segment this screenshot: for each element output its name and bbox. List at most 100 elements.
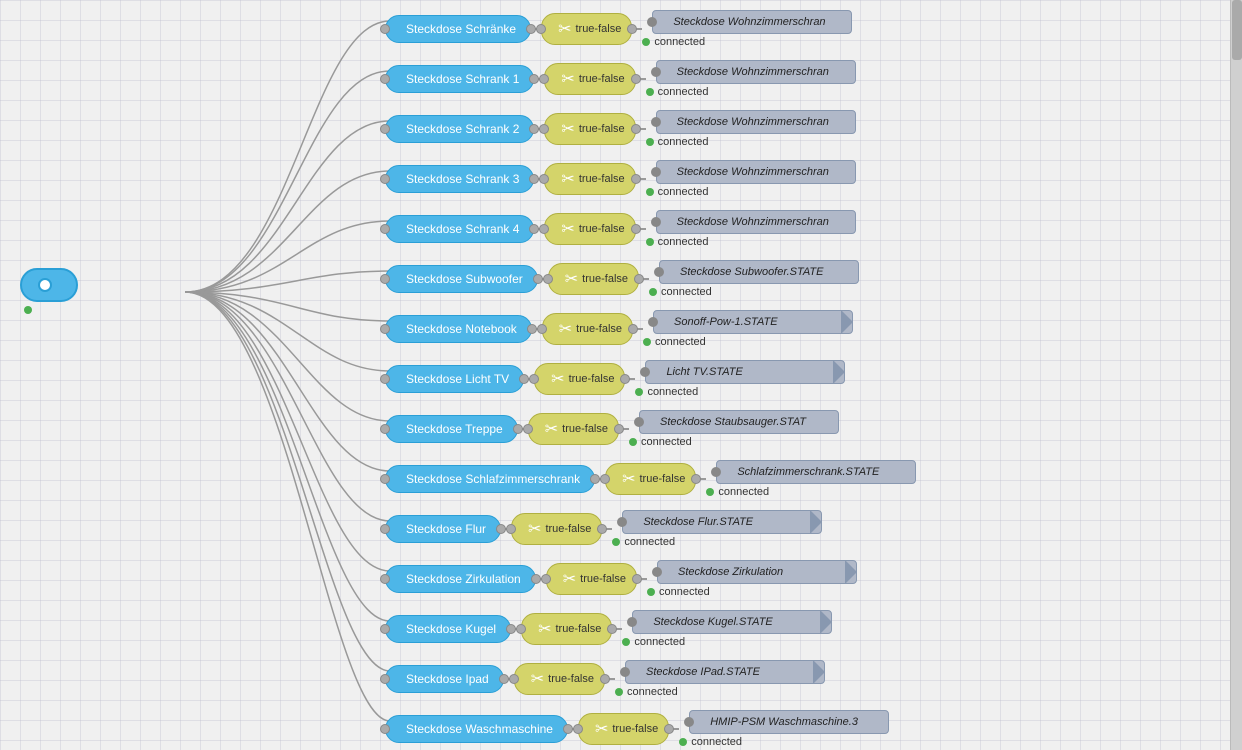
port-right-3	[529, 174, 539, 184]
row-0: Steckdose Schränke ✂true-false Steckdose W…	[385, 10, 852, 48]
yellow-node-11[interactable]: ✂true-false	[546, 563, 637, 595]
converter-icon-7: ✂	[545, 369, 564, 389]
row-8: Steckdose Treppe ✂true-false Steckdose Sta…	[385, 410, 839, 448]
blue-node-4[interactable]: Steckdose Schrank 4	[385, 215, 534, 243]
port-right-7	[519, 374, 529, 384]
port-right-4	[529, 224, 539, 234]
output-group-9: Schlafzimmerschrank.STATE connected	[706, 460, 916, 498]
yellow-node-6[interactable]: ✂true-false	[542, 313, 633, 345]
gray-node-12[interactable]: Steckdose Kugel.STATE	[632, 610, 832, 634]
blue-node-7[interactable]: Steckdose Licht TV	[385, 365, 524, 393]
blue-node-13[interactable]: Steckdose Ipad	[385, 665, 504, 693]
yellow-node-12[interactable]: ✂true-false	[521, 613, 612, 645]
yellow-port-left-9	[600, 474, 610, 484]
gray-port-left-14	[684, 717, 694, 727]
connected-text-6: connected	[655, 336, 706, 348]
yellow-port-left-8	[523, 424, 533, 434]
connected-status-4: connected	[646, 236, 856, 248]
blue-node-6[interactable]: Steckdose Notebook	[385, 315, 532, 343]
output-group-0: Steckdose Wohnzimmerschranconnected	[642, 10, 852, 48]
hub-box[interactable]	[20, 268, 78, 302]
output-group-8: Steckdose Staubsauger.STAT connected	[629, 410, 839, 448]
row-6: Steckdose Notebook ✂true-false Sonoff-Pow-…	[385, 310, 853, 348]
gray-node-3[interactable]: Steckdose Wohnzimmerschran	[656, 160, 856, 184]
gray-node-13[interactable]: Steckdose IPad.STATE	[625, 660, 825, 684]
blue-node-5[interactable]: Steckdose Subwoofer	[385, 265, 538, 293]
yellow-node-3[interactable]: ✂true-false	[544, 163, 635, 195]
yellow-node-0[interactable]: ✂true-false	[541, 13, 632, 45]
yellow-node-9[interactable]: ✂true-false	[605, 463, 696, 495]
connected-dot-3	[646, 188, 654, 196]
yellow-node-8[interactable]: ✂true-false	[528, 413, 619, 445]
yellow-node-14[interactable]: ✂true-false	[578, 713, 669, 745]
yellow-port-right-6	[628, 324, 638, 334]
yellow-node-10[interactable]: ✂true-false	[511, 513, 602, 545]
connected-dot-0	[642, 38, 650, 46]
output-label-3: Steckdose Wohnzimmerschran	[667, 166, 829, 178]
gray-node-2[interactable]: Steckdose Wohnzimmerschran	[656, 110, 856, 134]
blue-node-2[interactable]: Steckdose Schrank 2	[385, 115, 534, 143]
port-left-13	[380, 674, 390, 684]
gray-node-5[interactable]: Steckdose Subwoofer.STATE	[659, 260, 859, 284]
gray-port-left-7	[640, 367, 650, 377]
converter-icon-2: ✂	[555, 119, 574, 139]
yellow-node-7[interactable]: ✂true-false	[534, 363, 625, 395]
blue-node-11[interactable]: Steckdose Zirkulation	[385, 565, 536, 593]
device-label-3: Steckdose Schrank 3	[400, 172, 519, 186]
converter-label-3: true-false	[579, 173, 625, 185]
output-label-0: Steckdose Wohnzimmerschran	[663, 16, 825, 28]
connected-text-8: connected	[641, 436, 692, 448]
row-3: Steckdose Schrank 3 ✂true-false Steckdose …	[385, 160, 856, 198]
yellow-port-left-13	[509, 674, 519, 684]
output-group-10: Steckdose Flur.STATEconnected	[612, 510, 822, 548]
gray-node-4[interactable]: Steckdose Wohnzimmerschran	[656, 210, 856, 234]
output-label-1: Steckdose Wohnzimmerschran	[667, 66, 829, 78]
gray-node-10[interactable]: Steckdose Flur.STATE	[622, 510, 822, 534]
connected-status-13: connected	[615, 686, 825, 698]
blue-node-14[interactable]: Steckdose Waschmaschine	[385, 715, 568, 743]
yellow-node-5[interactable]: ✂true-false	[548, 263, 639, 295]
blue-node-10[interactable]: Steckdose Flur	[385, 515, 501, 543]
output-label-9: Schlafzimmerschrank.STATE	[727, 466, 879, 478]
port-left-6	[380, 324, 390, 334]
connected-dot-9	[706, 488, 714, 496]
output-label-13: Steckdose IPad.STATE	[636, 666, 760, 678]
yellow-node-2[interactable]: ✂true-false	[544, 113, 635, 145]
port-right-0	[526, 24, 536, 34]
yellow-node-4[interactable]: ✂true-false	[544, 213, 635, 245]
blue-node-1[interactable]: Steckdose Schrank 1	[385, 65, 534, 93]
connected-text-5: connected	[661, 286, 712, 298]
scrollbar-thumb[interactable]	[1232, 0, 1242, 60]
gray-port-left-11	[652, 567, 662, 577]
port-right-9	[590, 474, 600, 484]
gray-node-14[interactable]: HMIP-PSM Waschmaschine.3	[689, 710, 889, 734]
gray-node-11[interactable]: Steckdose Zirkulation	[657, 560, 857, 584]
connected-text-9: connected	[718, 486, 769, 498]
blue-node-0[interactable]: Steckdose Schränke	[385, 15, 531, 43]
blue-node-8[interactable]: Steckdose Treppe	[385, 415, 518, 443]
yellow-node-1[interactable]: ✂true-false	[544, 63, 635, 95]
blue-node-9[interactable]: Steckdose Schlafzimmerschrank	[385, 465, 595, 493]
gray-node-8[interactable]: Steckdose Staubsauger.STAT	[639, 410, 839, 434]
gray-node-1[interactable]: Steckdose Wohnzimmerschran	[656, 60, 856, 84]
blue-node-12[interactable]: Steckdose Kugel	[385, 615, 511, 643]
converter-label-1: true-false	[579, 73, 625, 85]
yellow-port-left-14	[573, 724, 583, 734]
port-left-14	[380, 724, 390, 734]
hub-status	[20, 306, 36, 314]
gray-node-0[interactable]: Steckdose Wohnzimmerschran	[652, 10, 852, 34]
connected-dot-12	[622, 638, 630, 646]
gray-node-9[interactable]: Schlafzimmerschrank.STATE	[716, 460, 916, 484]
connected-text-11: connected	[659, 586, 710, 598]
gray-node-6[interactable]: Sonoff-Pow-1.STATE	[653, 310, 853, 334]
port-left-4	[380, 224, 390, 234]
output-label-11: Steckdose Zirkulation	[668, 566, 783, 578]
scrollbar[interactable]	[1230, 0, 1242, 750]
yellow-port-right-13	[600, 674, 610, 684]
hub-circle-icon	[38, 278, 52, 292]
connected-dot-10	[612, 538, 620, 546]
gray-node-7[interactable]: Licht TV.STATE	[645, 360, 845, 384]
blue-node-3[interactable]: Steckdose Schrank 3	[385, 165, 534, 193]
gray-port-left-10	[617, 517, 627, 527]
yellow-node-13[interactable]: ✂true-false	[514, 663, 605, 695]
